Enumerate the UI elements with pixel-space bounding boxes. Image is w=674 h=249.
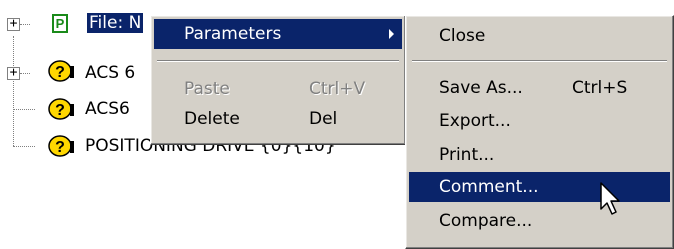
menu-item-label: Paste xyxy=(184,79,230,99)
menu-item-label: Comment... xyxy=(439,177,539,197)
svg-text:?: ? xyxy=(55,139,65,156)
tree-item-label: ACS6 xyxy=(85,99,130,119)
menu-item-label: Delete xyxy=(184,109,240,129)
menu-item-comment[interactable]: Comment... xyxy=(409,172,670,202)
menu-item-compare[interactable]: Compare... xyxy=(409,206,670,236)
context-menu: Parameters Paste Ctrl+V Delete Del xyxy=(150,15,406,145)
menu-item-label: Parameters xyxy=(184,24,282,44)
menu-item-paste[interactable]: Paste Ctrl+V xyxy=(154,74,402,104)
menu-item-shortcut: Ctrl+V xyxy=(309,79,366,99)
menu-item-save-as[interactable]: Save As... Ctrl+S xyxy=(409,73,670,103)
parameters-submenu: Close Save As... Ctrl+S Export... Print.… xyxy=(405,15,674,249)
menu-item-print[interactable]: Print... xyxy=(409,140,670,170)
tree-connector xyxy=(20,73,30,75)
tree-connector xyxy=(20,24,30,26)
tree-connector xyxy=(13,146,35,148)
menu-item-label: Print... xyxy=(439,145,495,165)
help-drive-icon: ? xyxy=(48,135,74,157)
menu-separator xyxy=(412,60,667,62)
menu-item-shortcut: Del xyxy=(309,109,338,129)
menu-item-label: Save As... xyxy=(439,78,523,98)
svg-text:?: ? xyxy=(55,64,65,81)
help-drive-icon: ? xyxy=(48,60,74,82)
menu-item-label: Compare... xyxy=(439,211,533,231)
tree-expand-toggle[interactable]: + xyxy=(7,17,20,31)
tree-connector xyxy=(13,36,15,146)
menu-item-parameters[interactable]: Parameters xyxy=(154,19,402,49)
mouse-pointer-icon xyxy=(600,182,620,215)
submenu-arrow-icon xyxy=(389,29,394,39)
svg-text:?: ? xyxy=(55,102,65,119)
tree-item-label: File: N xyxy=(87,13,144,33)
tree-item-acs-2[interactable]: ACS6 xyxy=(85,98,130,120)
tree-item-label: ACS 6 xyxy=(85,63,136,83)
tree-connector xyxy=(13,109,35,111)
menu-item-shortcut: Ctrl+S xyxy=(572,78,628,98)
menu-item-close[interactable]: Close xyxy=(409,21,670,51)
tree-item-file[interactable]: File: N xyxy=(87,12,144,34)
tree-item-acs-1[interactable]: ACS 6 xyxy=(85,62,135,84)
menu-item-label: Export... xyxy=(439,111,511,131)
tree-expand-toggle[interactable]: + xyxy=(7,66,20,80)
menu-separator xyxy=(157,60,399,62)
menu-item-delete[interactable]: Delete Del xyxy=(154,104,402,134)
menu-item-export[interactable]: Export... xyxy=(409,106,670,136)
menu-item-label: Close xyxy=(439,26,486,46)
p-file-icon: P xyxy=(52,14,68,33)
help-drive-icon: ? xyxy=(48,98,74,120)
